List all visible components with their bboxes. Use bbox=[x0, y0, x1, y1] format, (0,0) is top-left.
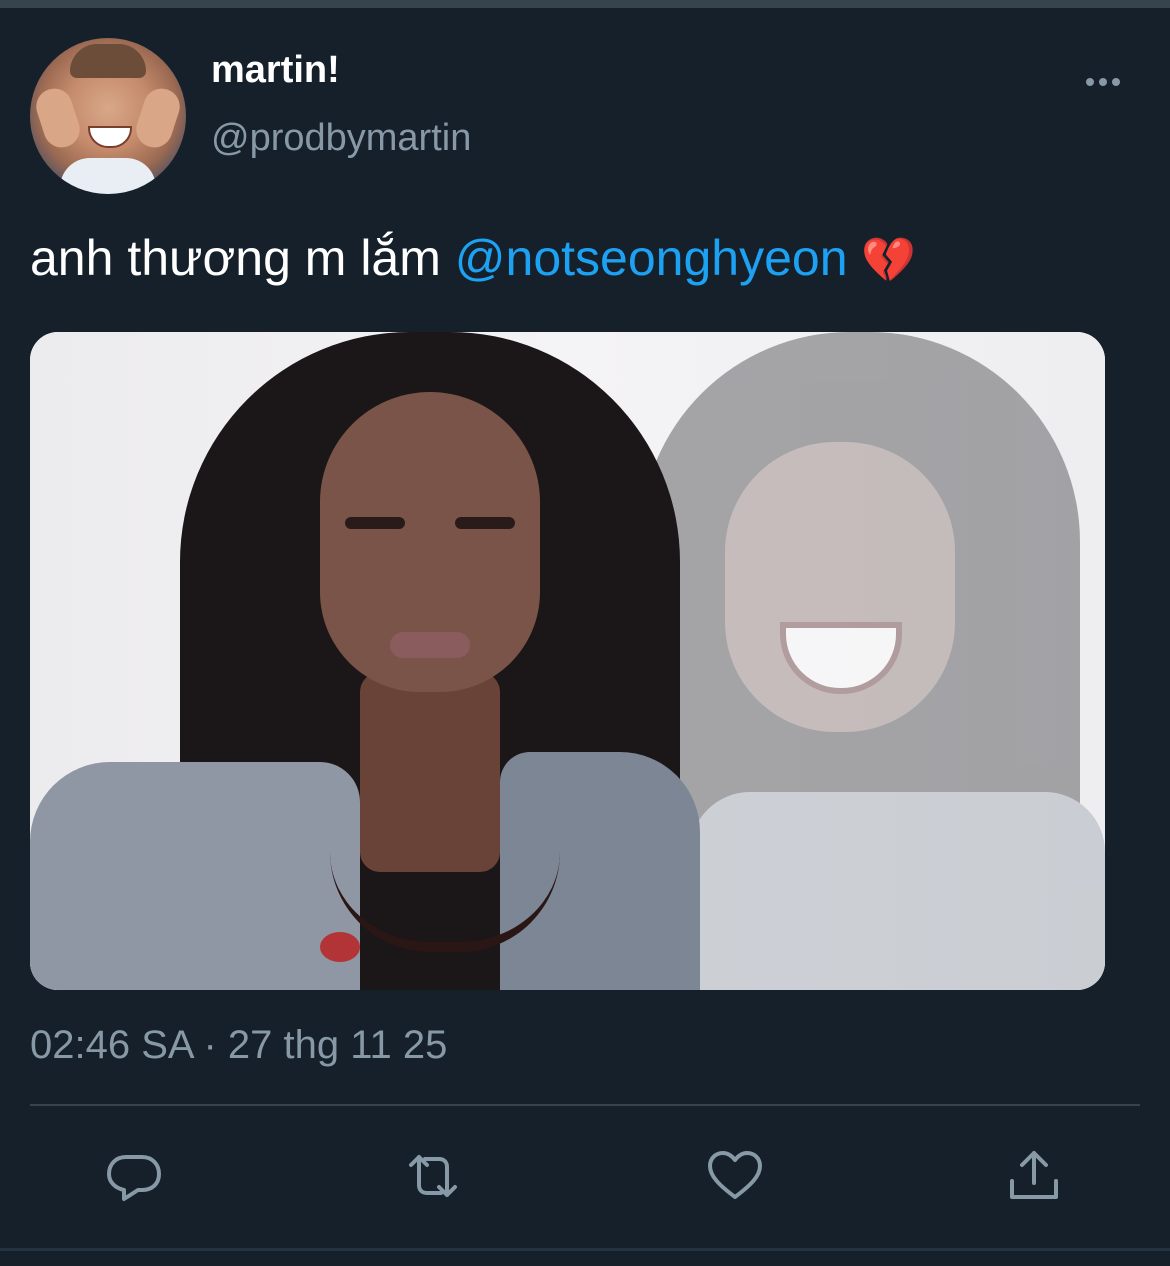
figure-lips bbox=[390, 632, 470, 658]
figure-left-eye bbox=[345, 517, 405, 529]
figure-neck bbox=[360, 672, 500, 872]
avatar-left-hand bbox=[31, 83, 85, 153]
avatar-smile bbox=[88, 126, 132, 148]
heart-icon bbox=[708, 1151, 762, 1199]
figure-jacket-left bbox=[30, 762, 360, 990]
bottom-divider bbox=[0, 1248, 1170, 1251]
avatar-hair bbox=[70, 44, 146, 78]
lips-print bbox=[320, 932, 360, 962]
tweet-text: anh thương m lắm @notseonghyeon 💔 bbox=[30, 228, 916, 291]
user-handle[interactable]: @prodbymartin bbox=[211, 116, 471, 160]
mention-link[interactable]: @notseonghyeon bbox=[455, 230, 848, 286]
reply-button[interactable] bbox=[104, 1145, 164, 1207]
more-horizontal-icon[interactable] bbox=[1086, 72, 1126, 92]
broken-heart-emoji: 💔 bbox=[861, 236, 917, 285]
figure-right-eye bbox=[455, 517, 515, 529]
ghost-figure bbox=[630, 332, 1105, 990]
avatar-right-hand bbox=[131, 83, 185, 153]
avatar[interactable] bbox=[30, 38, 186, 194]
retweet-button[interactable] bbox=[403, 1145, 463, 1207]
display-name[interactable]: martin! bbox=[211, 48, 340, 92]
more-dot bbox=[1086, 78, 1094, 86]
actions-divider bbox=[30, 1104, 1140, 1106]
more-dot bbox=[1112, 78, 1120, 86]
reply-icon bbox=[107, 1155, 161, 1201]
top-divider bbox=[0, 0, 1170, 8]
share-button[interactable] bbox=[1004, 1145, 1064, 1207]
tweet-text-body: anh thương m lắm bbox=[30, 230, 455, 286]
retweet-icon bbox=[409, 1155, 457, 1197]
more-dot bbox=[1099, 78, 1107, 86]
ghost-jacket bbox=[690, 792, 1105, 990]
avatar-shirt bbox=[60, 158, 156, 194]
tweet-timestamp[interactable]: 02:46 SA · 27 thg 11 25 bbox=[30, 1021, 447, 1069]
share-icon bbox=[1010, 1151, 1058, 1199]
like-button[interactable] bbox=[705, 1145, 765, 1207]
tweet-media-image[interactable] bbox=[30, 332, 1105, 990]
